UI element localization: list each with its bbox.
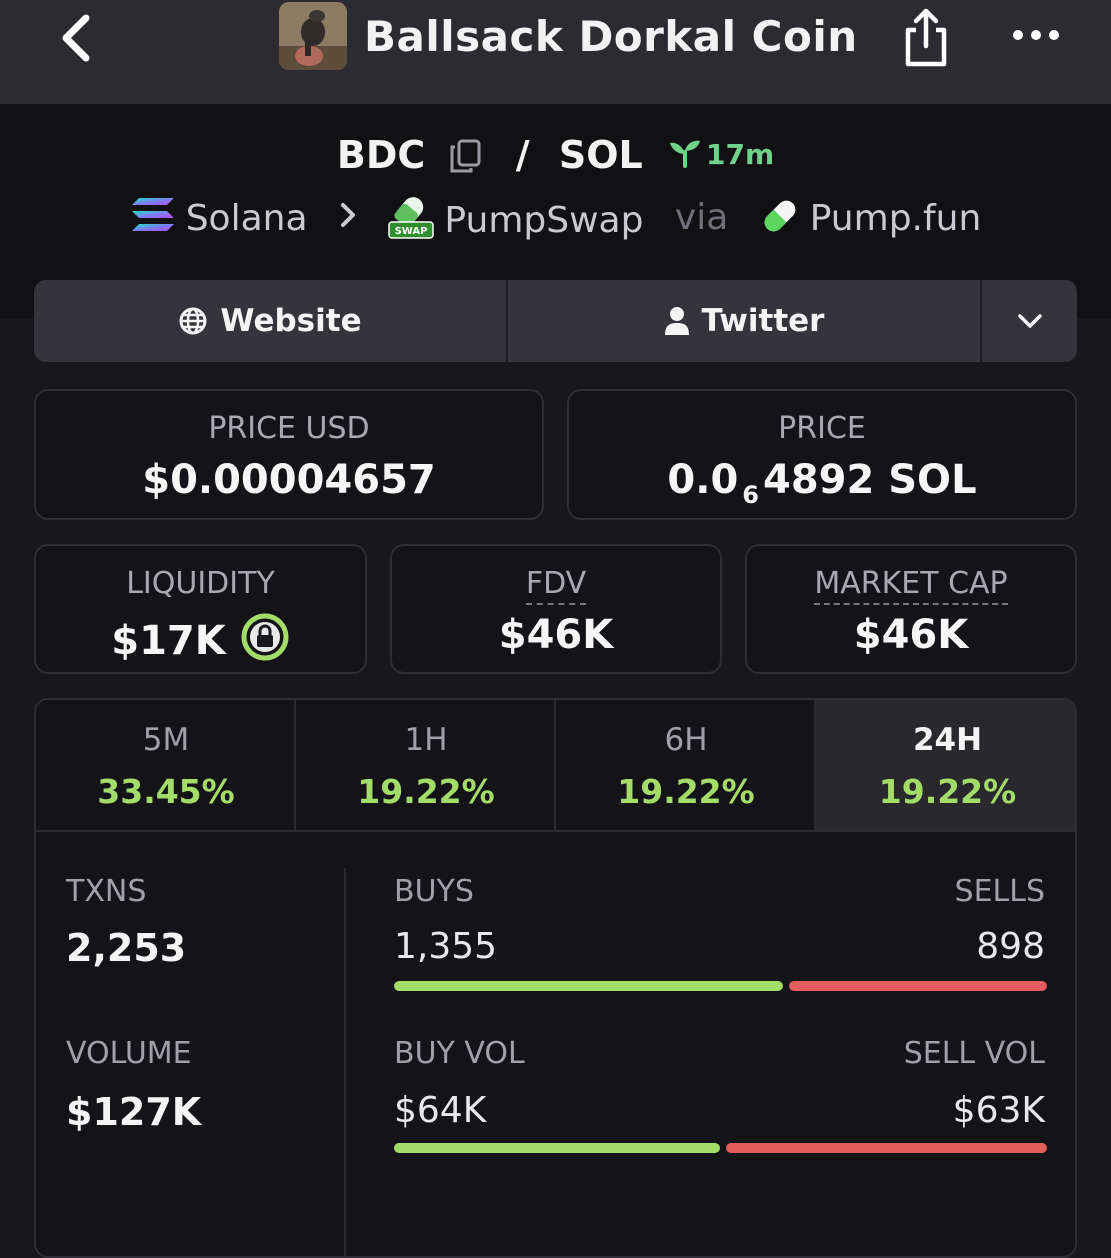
timeframe-name: 1H: [404, 722, 448, 758]
buys-value: 1,355: [394, 926, 498, 967]
sells-bar: [789, 981, 1047, 991]
copy-address-button[interactable]: [449, 138, 481, 172]
lock-icon: [241, 613, 289, 661]
chain-link[interactable]: Solana: [130, 196, 308, 239]
launchpad-link[interactable]: Pump.fun: [760, 196, 982, 239]
dex-name: PumpSwap: [444, 200, 644, 241]
timeframe-change: 19.22%: [357, 772, 495, 811]
links-bar: Website Twitter: [34, 280, 1077, 362]
copy-icon: [450, 139, 480, 172]
pair-row: BDC / SOL 17m: [0, 130, 1111, 186]
top-bar: Ballsack Dorkal Coin: [0, 0, 1111, 104]
volume-label: VOLUME: [66, 1036, 192, 1071]
base-symbol: BDC: [336, 132, 426, 177]
volume-value: $127K: [66, 1090, 202, 1134]
price-usd-card: PRICE USD $0.00004657: [34, 389, 544, 520]
more-links-dropdown[interactable]: [982, 280, 1077, 362]
pair-age: 17m: [668, 138, 774, 171]
buy-vol-label: BUY VOL: [394, 1036, 525, 1071]
pair-separator: /: [515, 132, 530, 177]
timeframe-name: 5M: [142, 722, 190, 758]
buy-vol-value: $64K: [394, 1090, 487, 1131]
share-button[interactable]: [900, 6, 952, 68]
timeframe-tab-1h[interactable]: 1H 19.22%: [296, 700, 556, 832]
liquidity-value: $17K: [111, 618, 226, 664]
price-unit: SOL: [888, 457, 977, 503]
twitter-label: Twitter: [701, 303, 825, 339]
coin-avatar: [279, 2, 347, 70]
price-digits: 4892: [762, 457, 875, 503]
route-row: Solana SWAP PumpSwap via Pump.fun: [0, 194, 1111, 250]
timeframe-tab-5m[interactable]: 5M 33.45%: [36, 700, 296, 832]
sells-value: 898: [976, 926, 1045, 967]
globe-icon: [179, 307, 207, 335]
liquidity-value-row: $17K: [36, 612, 365, 672]
via-text: via: [674, 197, 729, 238]
timeframe-change: 33.45%: [97, 772, 235, 811]
buys-bar: [394, 981, 783, 991]
timeframe-panel: 5M 33.45% 1H 19.22% 6H 19.22% 24H 19.22%…: [34, 698, 1077, 1258]
fdv-value: $46K: [498, 612, 614, 658]
sells-label: SELLS: [954, 874, 1045, 909]
pair-age-text: 17m: [705, 138, 775, 171]
timeframe-change: 19.22%: [878, 772, 1017, 811]
coin-logo-icon: [279, 2, 347, 70]
website-label: Website: [220, 303, 362, 339]
chevron-right-icon: [340, 203, 355, 227]
sprout-icon: [669, 140, 700, 168]
timeframe-tab-6h[interactable]: 6H 19.22%: [556, 700, 816, 832]
buy-vol-bar: [394, 1143, 720, 1153]
dex-badge-text: SWAP: [395, 226, 428, 237]
price-native-value: 0.0 6 4892 SOL: [569, 457, 1075, 509]
more-options-button[interactable]: [1010, 20, 1062, 50]
route-chevron: [339, 197, 357, 238]
timeframe-name: 6H: [664, 722, 708, 758]
solana-icon: [131, 198, 174, 231]
price-usd-value: $0.00004657: [142, 457, 436, 503]
price-prefix: 0.0: [667, 457, 739, 503]
market-cap-card: MARKET CAP $46K: [745, 544, 1077, 674]
fdv-label-wrap: FDV: [392, 566, 720, 605]
website-button[interactable]: Website: [34, 280, 506, 362]
market-cap-value: $46K: [853, 612, 969, 658]
timeframe-name: 24H: [912, 722, 983, 758]
dex-link[interactable]: SWAP PumpSwap: [388, 194, 643, 241]
timeframe-tab-24h[interactable]: 24H 19.22%: [816, 700, 1075, 832]
timeframe-change: 19.22%: [617, 772, 755, 811]
liquidity-lock-badge[interactable]: [240, 612, 290, 672]
fdv-card: FDV $46K: [390, 544, 722, 674]
price-zero-count: 6: [742, 481, 759, 509]
price-native-label: PRICE: [778, 411, 866, 446]
sell-vol-label: SELL VOL: [903, 1036, 1045, 1071]
txns-value: 2,253: [66, 926, 187, 970]
pumpfun-pill-icon: [764, 200, 796, 232]
chain-name: Solana: [185, 198, 308, 239]
back-button[interactable]: [52, 10, 102, 66]
sell-vol-value: $63K: [952, 1090, 1045, 1131]
chevron-down-icon: [1017, 314, 1042, 328]
timeframe-divider-horizontal: [36, 830, 1075, 832]
pumpswap-icon: SWAP: [388, 197, 435, 239]
txns-label: TXNS: [66, 874, 147, 909]
launchpad-name: Pump.fun: [809, 198, 982, 239]
liquidity-card: LIQUIDITY $17K: [34, 544, 367, 674]
market-cap-label-wrap: MARKET CAP: [747, 566, 1075, 605]
quote-symbol: SOL: [558, 132, 643, 177]
sell-vol-bar: [726, 1143, 1047, 1153]
twitter-button[interactable]: Twitter: [508, 280, 980, 362]
fdv-label[interactable]: FDV: [525, 566, 587, 605]
more-dots-icon: [1013, 30, 1059, 40]
chevron-left-icon: [62, 14, 90, 62]
coin-title: Ballsack Dorkal Coin: [364, 12, 858, 61]
price-native-card: PRICE 0.0 6 4892 SOL: [567, 389, 1077, 520]
liquidity-label: LIQUIDITY: [126, 566, 275, 601]
buys-label: BUYS: [394, 874, 474, 909]
share-icon: [905, 8, 947, 67]
price-usd-label: PRICE USD: [208, 411, 370, 446]
market-cap-label[interactable]: MARKET CAP: [814, 566, 1008, 605]
user-icon: [664, 307, 689, 335]
